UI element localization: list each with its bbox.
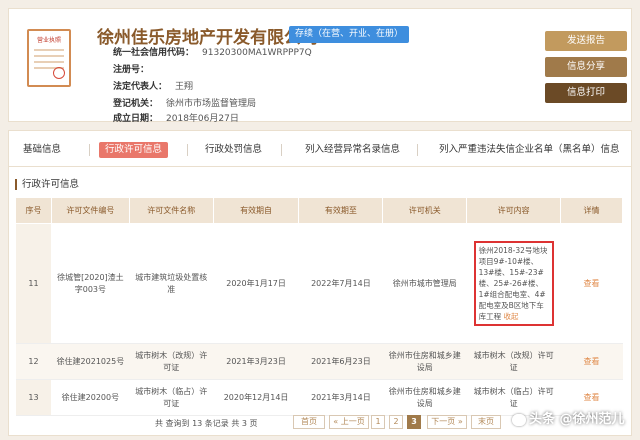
col-header-doc-name: 许可文件名称 [128, 197, 214, 224]
cell-doc-name: 城市树木（临占）许可证 [129, 379, 214, 416]
page-1-button[interactable]: 1 [371, 415, 385, 429]
info-label: 注册号： [113, 65, 150, 75]
business-license-image[interactable]: 营业执照 [27, 29, 71, 87]
license-content-text: 徐州2018-32号地块项目9#-10#楼、13#楼、15#-23#楼、25#-… [478, 246, 548, 321]
table-row: 12 徐住建2021025号 城市树木（改规）许可证 2021年3月23日 20… [15, 343, 623, 380]
info-row-established: 成立日期： 2018年06月27日 [113, 111, 239, 124]
view-detail-link[interactable]: 查看 [584, 393, 600, 402]
tab-divider [89, 144, 90, 156]
page-3-button[interactable]: 3 [407, 415, 421, 429]
cell-index: 11 [15, 223, 52, 344]
cell-valid-from: 2020年1月17日 [213, 223, 299, 344]
status-badge: 存续（在营、开业、在册） [289, 26, 410, 43]
col-header-doc-no: 许可文件编号 [50, 197, 130, 224]
toutiao-logo-icon [512, 413, 526, 426]
cell-doc-no: 徐城管[2020]渣土字003号 [51, 223, 130, 344]
cell-valid-from: 2021年3月23日 [213, 343, 299, 380]
info-label: 法定代表人： [113, 82, 168, 92]
col-header-content: 许可内容 [466, 197, 562, 224]
tab-divider [417, 144, 418, 156]
col-header-valid-to: 有效期至 [298, 197, 384, 224]
tab-admin-license[interactable]: 行政许可信息 [99, 142, 169, 158]
col-header-valid-from: 有效期自 [212, 197, 300, 224]
view-detail-link[interactable]: 查看 [584, 279, 600, 288]
last-page-button[interactable]: 末页 [471, 415, 501, 429]
tab-admin-penalty[interactable]: 行政处罚信息 [205, 142, 262, 158]
cell-authority: 徐州市住房和城乡建设局 [382, 343, 467, 380]
cell-index: 12 [15, 343, 52, 380]
info-row-legal-rep: 法定代表人： 王翔 [113, 79, 193, 92]
license-line [34, 61, 64, 63]
info-value: 2018年06月27日 [166, 114, 239, 124]
cell-valid-to: 2021年6月23日 [298, 343, 383, 380]
cell-authority: 徐州市住房和城乡建设局 [382, 379, 467, 416]
cell-doc-name: 城市建筑垃圾处置核准 [129, 223, 214, 344]
info-label: 登记机关： [113, 99, 159, 109]
info-row-registration-no: 注册号： [113, 62, 157, 75]
info-value: 91320300MA1WRPPP7Q [202, 48, 312, 58]
license-title: 营业执照 [36, 37, 61, 44]
tab-blacklist[interactable]: 列入严重违法失信企业名单（黑名单）信息 [439, 142, 620, 158]
cell-authority: 徐州市城市管理局 [382, 223, 467, 344]
cell-doc-no: 徐住建2021025号 [51, 343, 130, 380]
tab-bar: 基础信息 行政许可信息 行政处罚信息 列入经营异常名录信息 列入严重违法失信企业… [9, 131, 631, 167]
collapse-link[interactable]: 收起 [503, 312, 518, 321]
cell-content: 城市树木（改规）许可证 [466, 343, 561, 380]
cell-doc-name: 城市树木（改规）许可证 [129, 343, 214, 380]
tab-divider [187, 144, 188, 156]
watermark: 头条 @徐州范儿 [512, 408, 625, 427]
print-info-button[interactable]: 信息打印 [545, 83, 627, 103]
cell-detail: 查看 [560, 223, 623, 344]
pagination-summary: 共 查询到 13 条记录 共 3 页 [155, 419, 258, 428]
table-row: 11 徐城管[2020]渣土字003号 城市建筑垃圾处置核准 2020年1月17… [15, 223, 623, 344]
tab-abnormal-list[interactable]: 列入经营异常名录信息 [305, 142, 400, 158]
next-page-button[interactable]: 下一页 » [427, 415, 467, 429]
col-header-authority: 许可机关 [382, 197, 468, 224]
license-line [34, 55, 64, 57]
cell-detail: 查看 [560, 343, 623, 380]
main-panel: 基础信息 行政许可信息 行政处罚信息 列入经营异常名录信息 列入严重违法失信企业… [8, 130, 632, 436]
send-report-button[interactable]: 发送报告 [545, 31, 627, 51]
cell-valid-from: 2020年12月14日 [213, 379, 299, 416]
col-header-detail: 详情 [560, 197, 623, 224]
cell-valid-to: 2021年3月14日 [298, 379, 383, 416]
company-card: 营业执照 徐州佳乐房地产开发有限公司 存续（在营、开业、在册） 统一社会信用代码… [8, 8, 632, 124]
cell-valid-to: 2022年7月14日 [298, 223, 383, 344]
cell-index: 13 [15, 379, 52, 416]
table-header-row: 序号 许可文件编号 许可文件名称 有效期自 有效期至 许可机关 许可内容 详情 [15, 197, 623, 224]
info-label: 成立日期： [113, 114, 159, 124]
info-row-credit-code: 统一社会信用代码： 91320300MA1WRPPP7Q [113, 45, 312, 58]
watermark-text: 头条 @徐州范儿 [529, 412, 625, 427]
view-detail-link[interactable]: 查看 [584, 357, 600, 366]
first-page-button[interactable]: 首页 [293, 415, 325, 429]
license-content-highlight: 徐州2018-32号地块项目9#-10#楼、13#楼、15#-23#楼、25#-… [473, 241, 554, 326]
license-seal-icon [53, 67, 65, 79]
cell-doc-no: 徐住建20200号 [51, 379, 130, 416]
tab-divider [281, 144, 282, 156]
info-value: 徐州市市场监督管理局 [166, 99, 257, 109]
info-label: 统一社会信用代码： [113, 48, 195, 58]
section-title: 行政许可信息 [15, 179, 79, 190]
tab-basic-info[interactable]: 基础信息 [23, 142, 61, 158]
page-2-button[interactable]: 2 [389, 415, 403, 429]
col-header-index: 序号 [15, 197, 52, 224]
info-row-authority: 登记机关： 徐州市市场监督管理局 [113, 96, 256, 109]
license-table: 序号 许可文件编号 许可文件名称 有效期自 有效期至 许可机关 许可内容 详情 … [15, 197, 623, 416]
license-line [34, 49, 64, 51]
info-value: 王翔 [175, 82, 194, 92]
prev-page-button[interactable]: « 上一页 [329, 415, 369, 429]
cell-content: 徐州2018-32号地块项目9#-10#楼、13#楼、15#-23#楼、25#-… [466, 223, 561, 344]
share-info-button[interactable]: 信息分享 [545, 57, 627, 77]
